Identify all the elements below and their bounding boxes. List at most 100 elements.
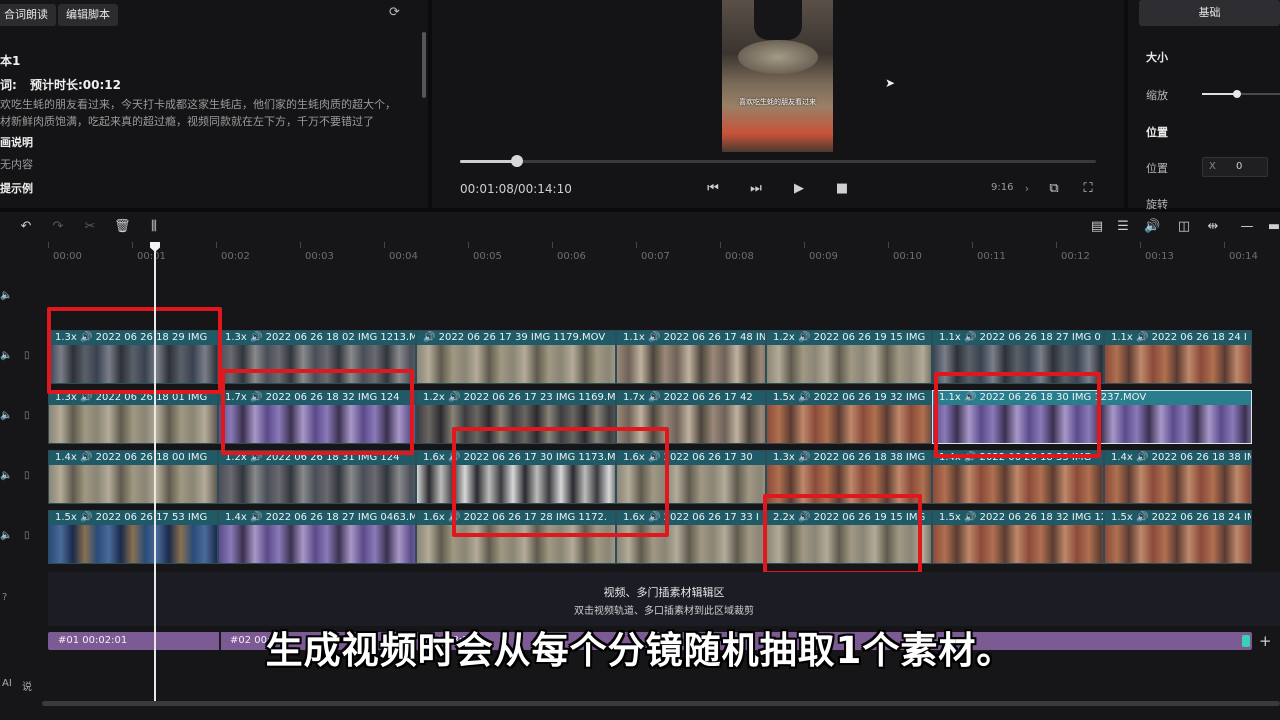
track-mute-icon[interactable]: 🔈 — [0, 350, 12, 361]
help-side: ? — [0, 592, 40, 616]
track-mute-icon[interactable]: 🔈 — [0, 410, 12, 421]
video-oyster-tray — [738, 40, 818, 74]
clip-thumbnails — [1105, 345, 1251, 383]
track-side-controls: 🔈 ▯ — [0, 350, 40, 374]
step-forward-icon[interactable]: ⏭ — [748, 181, 764, 197]
position-x-input[interactable]: X 0 — [1202, 157, 1268, 177]
track-mute-icon[interactable]: 🔈 — [0, 470, 12, 481]
clip-thumbnails — [219, 465, 415, 503]
playback-progress[interactable] — [460, 155, 1096, 167]
volume-icon[interactable]: 🔊 — [1144, 219, 1160, 235]
tab-edit-script[interactable]: 编辑脚本 — [58, 4, 118, 26]
timeline-clip[interactable]: 1.2x 🔊 2022 06 26 19 15 IMG — [766, 330, 932, 384]
track-lock-icon[interactable]: ▯ — [24, 350, 30, 361]
property-panel: 基础 大小 缩放 位置 位置 X 0 旋转 — [1128, 0, 1280, 211]
position-x-value: 0 — [1236, 161, 1243, 172]
timeline-clip[interactable]: 1.1x 🔊 2022 06 26 17 48 IN — [616, 330, 766, 384]
timeline-clip[interactable]: 1.5x 🔊 2022 06 26 18 32 IMG 12! — [932, 510, 1104, 564]
script-scrollbar[interactable] — [422, 32, 426, 98]
aspect-ratio[interactable]: 9:16 — [991, 182, 1013, 193]
panel-icon[interactable]: ◫ — [1176, 219, 1192, 235]
clip-thumbnails — [933, 525, 1103, 563]
track-lock-icon[interactable]: ▯ — [24, 410, 30, 421]
ruler-tick-label: 00:10 — [893, 251, 922, 262]
timeline-clip[interactable]: 1.4x 🔊 2022 06 26 18 00 IMG — [48, 450, 218, 504]
ruler-tick-line — [720, 242, 721, 248]
zoom-slider-icon[interactable]: ▬ — [1266, 219, 1280, 235]
ruler-tick-line — [972, 242, 973, 248]
audio-track-side: 🔈 — [0, 290, 40, 314]
script-title: 本1 — [0, 54, 21, 68]
ruler-tick-label: 00:03 — [305, 251, 334, 262]
script-body-line-2[interactable]: 材新鲜肉质饱满，吃起来真的超过瘾，视频同款就在左下方，千万不要错过了 — [0, 113, 374, 129]
tab-basic[interactable]: 基础 — [1139, 0, 1280, 26]
ruler-tick-label: 00:12 — [1061, 251, 1090, 262]
ai-label[interactable]: AI — [2, 678, 12, 689]
video-preview[interactable]: 喜欢吃生蚝的朋友看过来 — [722, 0, 833, 152]
timeline-clip[interactable]: 1.2x 🔊 2022 06 26 18 31 IMG 124 — [218, 450, 416, 504]
align-icon[interactable]: ☰ — [1115, 219, 1131, 235]
ruler-tick-label: 00:05 — [473, 251, 502, 262]
material-edit-zone[interactable]: 视频、多门插素材辑辑区 双击视频轨道、多口插素材到此区域裁剪 — [48, 572, 1280, 626]
timeline-clip[interactable]: 1.4x 🔊 2022 06 26 18 33 IMG — [932, 450, 1104, 504]
refresh-icon[interactable]: ⟳ — [389, 5, 405, 21]
clip-label: 1.5x 🔊 2022 06 26 18 32 IMG 12! — [933, 511, 1103, 525]
fullscreen-icon[interactable]: ⛶ — [1080, 181, 1096, 197]
clip-label: 1.3x 🔊 2022 06 26 18 38 IMG — [767, 451, 931, 465]
track-mute-icon[interactable]: 🔈 — [0, 530, 12, 541]
timeline-clip[interactable]: 1.3x 🔊 2022 06 26 18 01 IMG — [48, 390, 218, 444]
link-icon[interactable]: ⇹ — [1205, 219, 1221, 235]
scale-slider-knob[interactable] — [1233, 90, 1241, 98]
delete-icon[interactable]: 🗑 — [114, 219, 131, 235]
undo-icon[interactable]: ↶ — [18, 219, 34, 235]
speak-label[interactable]: 说 — [22, 678, 32, 693]
timeline-clip[interactable]: 1.1x 🔊 2022 06 26 18 24 I — [1104, 330, 1252, 384]
skip-back-icon[interactable]: ⏮ — [705, 181, 721, 197]
timeline-clip[interactable]: 1.5x 🔊 2022 06 26 17 53 IMG — [48, 510, 218, 564]
timeline-clip[interactable]: 🔊 2022 06 26 17 39 IMG 1179.MOV — [416, 330, 616, 384]
timeline-clip[interactable]: 1.5x 🔊 2022 06 26 18 24 IMG — [1104, 510, 1252, 564]
split-icon[interactable]: ⫼ — [146, 219, 162, 235]
highlight-box-1 — [47, 307, 222, 394]
redo-icon[interactable]: ↷ — [50, 219, 66, 235]
crop-icon[interactable]: ⧉ — [1046, 181, 1062, 197]
ruler-tick-label: 00:09 — [809, 251, 838, 262]
timeline-clip[interactable]: 1.4x 🔊 2022 06 26 18 27 IMG 0463.M — [218, 510, 416, 564]
clip-label: 1.2x 🔊 2022 06 26 17 23 IMG 1169.M — [417, 391, 615, 405]
stop-icon[interactable]: ■ — [834, 181, 850, 197]
clip-label: 1.4x 🔊 2022 06 26 18 38 IM — [1105, 451, 1251, 465]
time-ruler[interactable]: 00:00 00:01 00:02 00:03 00:04 00:05 00:06 00:07… — [48, 242, 1280, 266]
timeline-scrollbar[interactable] — [42, 701, 1280, 706]
clip-thumbnails — [49, 465, 217, 503]
script-body-line-1[interactable]: 欢吃生蚝的朋友看过来，今天打卡成都这家生蚝店，他们家的生蚝肉质的超大个， — [0, 96, 396, 112]
ruler-tick-line — [468, 242, 469, 248]
play-icon[interactable]: ▶ — [791, 181, 807, 197]
progress-knob[interactable] — [511, 155, 523, 167]
question-icon[interactable]: ? — [2, 592, 7, 603]
track-lock-icon[interactable]: ▯ — [24, 470, 30, 481]
zoom-out-icon[interactable]: — — [1239, 219, 1255, 235]
clip-thumbnails — [767, 345, 931, 383]
clip-label: 1.5x 🔊 2022 06 26 18 24 IMG — [1105, 511, 1251, 525]
timeline-clip[interactable]: 1.4x 🔊 2022 06 26 18 38 IM — [1104, 450, 1252, 504]
track-side-controls: 🔈 ▯ — [0, 530, 40, 554]
clip-label: 1.1x 🔊 2022 06 26 18 27 IMG 0 — [933, 331, 1103, 345]
clip-thumbnails — [767, 405, 931, 443]
speaker-icon[interactable]: 🔈 — [0, 290, 12, 301]
ruler-tick-label: 00:06 — [557, 251, 586, 262]
chevron-right-icon[interactable]: › — [1019, 181, 1035, 197]
ruler-tick-label: 00:04 — [389, 251, 418, 262]
ruler-tick-label: 00:07 — [641, 251, 670, 262]
timeline-clip[interactable]: 1.5x 🔊 2022 06 26 19 32 IMG — [766, 390, 932, 444]
cut-icon[interactable]: ✂ — [82, 219, 98, 235]
track-lock-icon[interactable]: ▯ — [24, 530, 30, 541]
ruler-tick-line — [132, 242, 133, 248]
scale-slider[interactable] — [1202, 90, 1280, 98]
clip-label: 1.4x 🔊 2022 06 26 18 27 IMG 0463.M — [219, 511, 415, 525]
ruler-tick-line — [888, 242, 889, 248]
document-icon[interactable]: ▤ — [1089, 219, 1105, 235]
tab-tts[interactable]: 合词朗读 — [0, 4, 56, 26]
line-label: 词: — [0, 78, 17, 92]
timeline-toolbar: ↶ ↷ ✂ 🗑 ⫼ ▤ ☰ 🔊 ◫ ⇹ — ▬ — [0, 212, 1280, 242]
ruler-tick-label: 00:01 — [137, 251, 166, 262]
